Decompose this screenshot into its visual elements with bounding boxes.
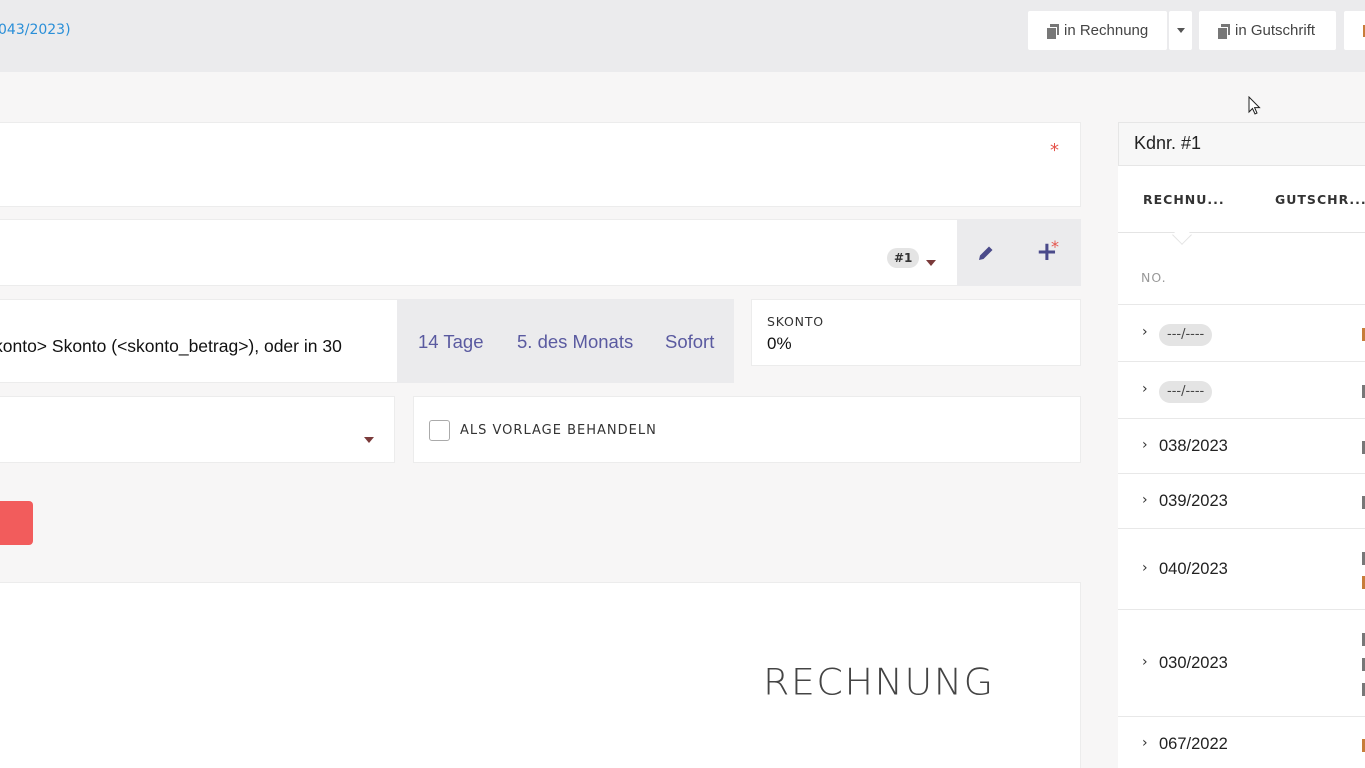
caret-down-icon xyxy=(1176,28,1185,33)
tab-invoices[interactable]: RECHNU... xyxy=(1143,192,1225,207)
chevron-down-icon xyxy=(364,437,374,443)
chevron-right-icon[interactable]: › xyxy=(1142,735,1148,751)
convert-to-invoice-button[interactable]: in Rechnung xyxy=(1028,11,1167,50)
document-number: 040/2023 xyxy=(1159,560,1228,578)
draft-number-badge: ---/---- xyxy=(1159,381,1213,403)
template-checkbox[interactable] xyxy=(429,420,450,441)
delete-button[interactable] xyxy=(0,501,33,545)
chevron-right-icon[interactable]: › xyxy=(1142,437,1148,453)
customer-number: Kdnr. #1 xyxy=(1134,133,1202,153)
tab-divider xyxy=(1118,232,1365,233)
subject-field[interactable] xyxy=(0,122,1081,207)
document-number: 067/2022 xyxy=(1159,735,1228,753)
list-item[interactable] xyxy=(1118,304,1365,361)
tab-credits[interactable]: GUTSCHR... xyxy=(1275,192,1365,207)
skonto-field[interactable] xyxy=(751,299,1081,366)
document-title: RECHNUNG xyxy=(763,661,995,703)
chevron-right-icon[interactable]: › xyxy=(1142,381,1148,397)
chevron-down-icon xyxy=(926,260,936,266)
list-item[interactable] xyxy=(1118,361,1365,418)
more-actions-button[interactable] xyxy=(1344,11,1365,50)
document-number: 030/2023 xyxy=(1159,654,1228,672)
skonto-label: SKONTO xyxy=(767,314,824,329)
convert-to-invoice-label: in Rechnung xyxy=(1064,22,1149,39)
skonto-value[interactable]: 0% xyxy=(767,334,792,354)
copy-document-icon xyxy=(1047,23,1059,39)
list-item[interactable] xyxy=(1118,609,1365,716)
mouse-cursor-icon xyxy=(1248,96,1261,115)
required-marker: * xyxy=(1050,140,1059,161)
breadcrumb[interactable]: 043/2023) xyxy=(0,22,71,38)
copy-document-icon xyxy=(1218,23,1230,39)
chevron-right-icon[interactable]: › xyxy=(1142,324,1148,340)
chevron-right-icon[interactable]: › xyxy=(1142,560,1148,576)
column-header-no: NO. xyxy=(1141,270,1167,285)
term-immediately-button[interactable]: Sofort xyxy=(665,331,714,353)
draft-number-badge: ---/---- xyxy=(1159,324,1213,346)
term-5th-of-month-button[interactable]: 5. des Monats xyxy=(517,331,633,353)
convert-to-credit-button[interactable]: in Gutschrift xyxy=(1199,11,1336,50)
list-item[interactable] xyxy=(1118,473,1365,528)
customer-number-badge: #1 xyxy=(887,248,920,268)
payment-terms-text: konto> Skonto (<skonto_betrag>), oder in… xyxy=(0,336,342,356)
customer-select[interactable] xyxy=(0,219,958,286)
list-item[interactable] xyxy=(1118,418,1365,473)
document-number: 038/2023 xyxy=(1159,437,1228,455)
convert-options-dropdown[interactable] xyxy=(1169,11,1192,50)
list-item[interactable] xyxy=(1118,716,1365,768)
document-number: 039/2023 xyxy=(1159,492,1228,510)
edit-customer-icon[interactable] xyxy=(976,243,996,263)
convert-to-credit-label: in Gutschrift xyxy=(1235,22,1316,39)
term-14-days-button[interactable]: 14 Tage xyxy=(418,331,484,353)
required-marker: * xyxy=(1051,237,1059,256)
chevron-right-icon[interactable]: › xyxy=(1142,654,1148,670)
template-checkbox-label[interactable]: ALS VORLAGE BEHANDELN xyxy=(460,423,657,438)
option-select[interactable] xyxy=(0,396,395,463)
chevron-right-icon[interactable]: › xyxy=(1142,492,1148,508)
list-item[interactable] xyxy=(1118,528,1365,609)
